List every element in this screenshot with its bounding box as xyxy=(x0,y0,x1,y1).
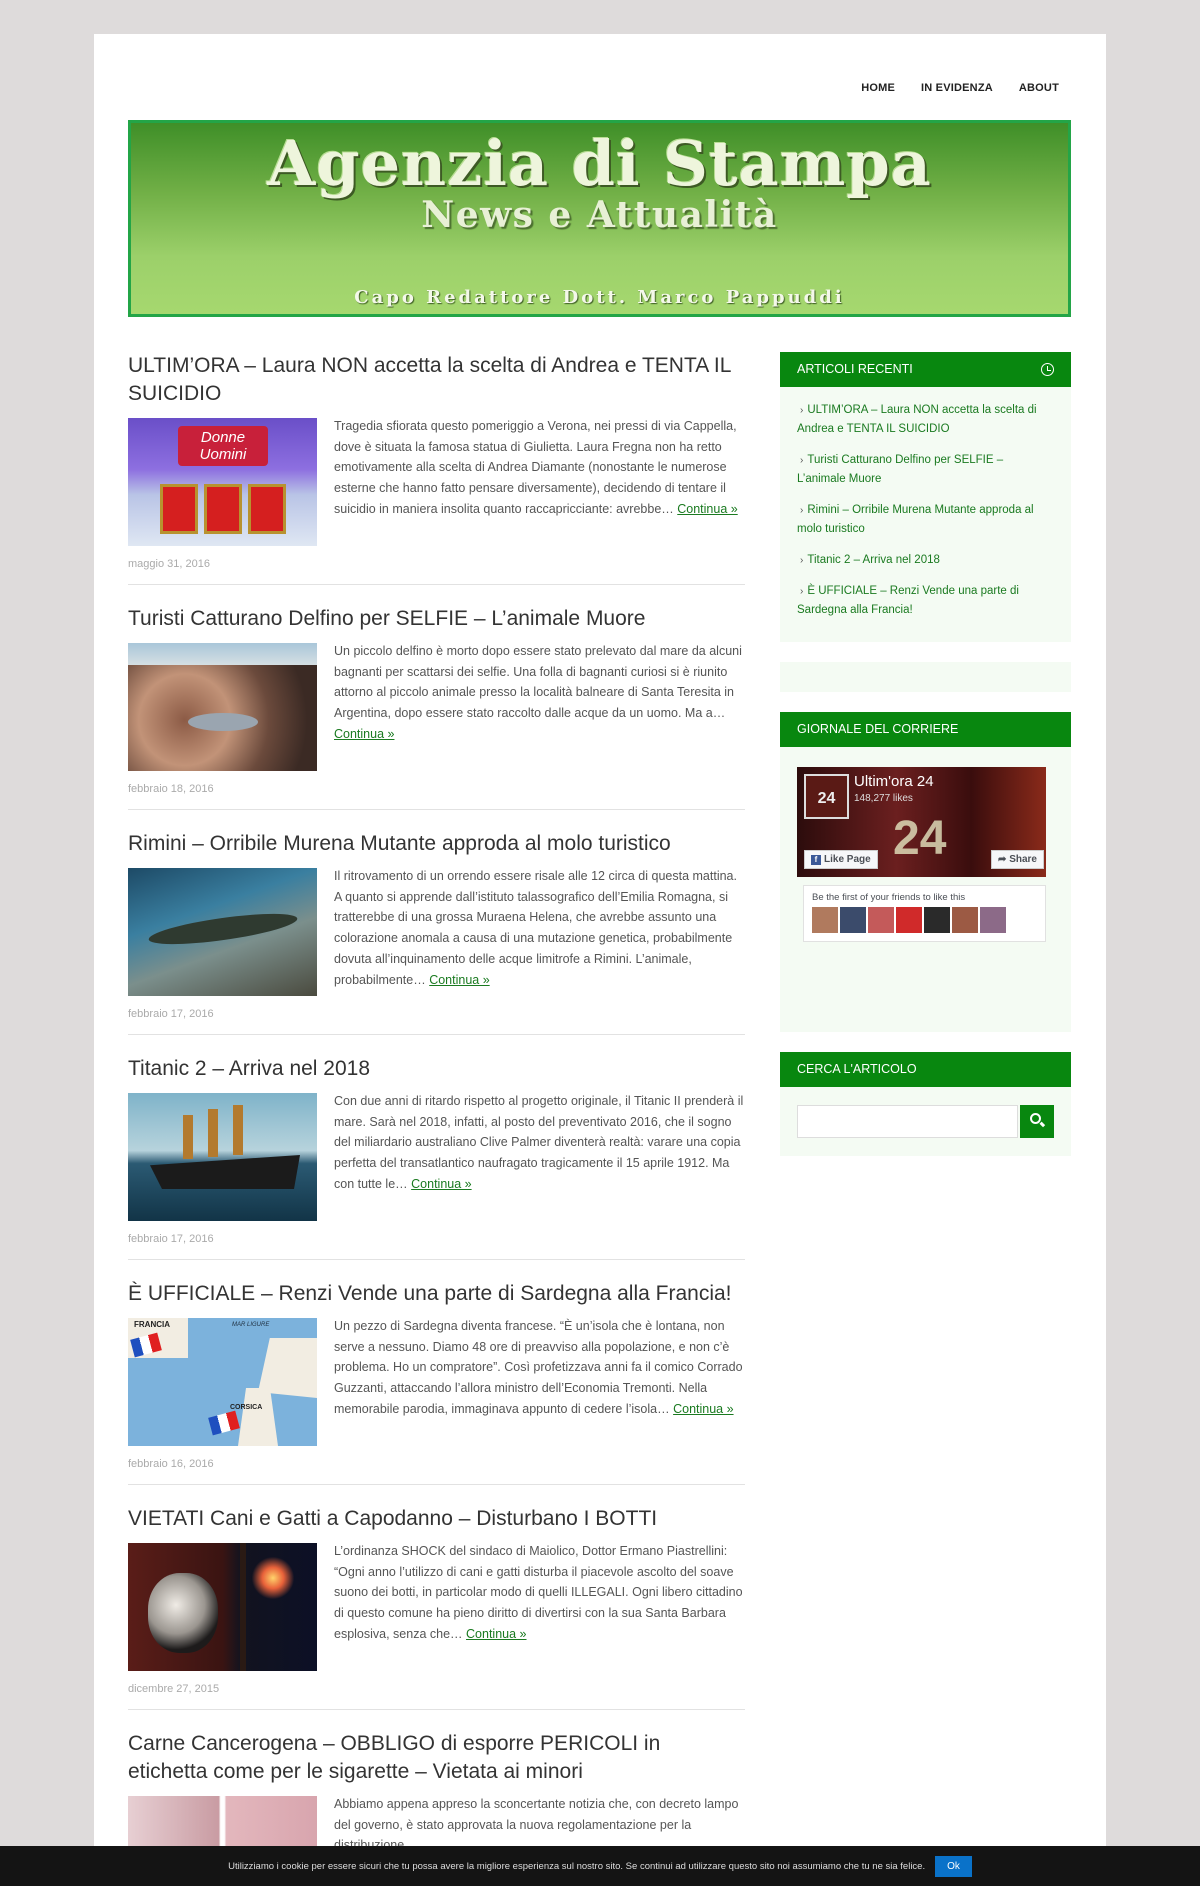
post-thumbnail[interactable] xyxy=(128,643,317,771)
post-date: febbraio 17, 2016 xyxy=(128,1008,214,1020)
main-nav: HOME IN EVIDENZA ABOUT xyxy=(861,82,1059,94)
post-item: Turisti Catturano Delfino per SELFIE – L… xyxy=(128,605,745,810)
avatar[interactable] xyxy=(896,907,922,933)
nav-about[interactable]: ABOUT xyxy=(1019,82,1059,94)
read-more-link[interactable]: Continua » xyxy=(411,1177,471,1191)
fb-share-button[interactable]: ➦ Share xyxy=(991,850,1044,869)
post-item: Titanic 2 – Arriva nel 2018 Con due anni… xyxy=(128,1055,745,1260)
post-title[interactable]: VIETATI Cani e Gatti a Capodanno – Distu… xyxy=(128,1505,745,1533)
search-input[interactable] xyxy=(797,1105,1019,1138)
chevron-right-icon: › xyxy=(800,586,804,597)
read-more-link[interactable]: Continua » xyxy=(466,1627,526,1641)
post-thumbnail[interactable]: FRANCIA MAR LIGURE CORSICA xyxy=(128,1318,317,1446)
nav-home[interactable]: HOME xyxy=(861,82,895,94)
post-excerpt: Con due anni di ritardo rispetto al prog… xyxy=(334,1094,744,1191)
chevron-right-icon: › xyxy=(800,455,804,466)
read-more-link[interactable]: Continua » xyxy=(429,973,489,987)
avatar[interactable] xyxy=(924,907,950,933)
banner-editor: Capo Redattore Dott. Marco Pappuddi xyxy=(354,287,845,308)
fb-cover-number: 24 xyxy=(893,812,947,865)
fb-like-page-button[interactable]: f Like Page xyxy=(804,850,878,869)
thumb-caption: Donne Uomini xyxy=(178,426,268,466)
post-title[interactable]: Titanic 2 – Arriva nel 2018 xyxy=(128,1055,745,1083)
recent-post-link[interactable]: › Titanic 2 – Arriva nel 2018 xyxy=(797,551,1054,570)
post-item: VIETATI Cani e Gatti a Capodanno – Distu… xyxy=(128,1505,745,1710)
post-title[interactable]: ULTIM’ORA – Laura NON accetta la scelta … xyxy=(128,352,745,408)
recent-post-link[interactable]: › Rimini – Orribile Murena Mutante approd… xyxy=(797,501,1054,539)
search-widget: CERCA L'ARTICOLO xyxy=(780,1052,1071,1156)
chevron-right-icon: › xyxy=(800,555,804,566)
search-button[interactable] xyxy=(1020,1105,1054,1138)
banner-title: Agenzia di Stampa xyxy=(267,127,932,200)
post-title[interactable]: È UFFICIALE – Renzi Vende una parte di S… xyxy=(128,1280,745,1308)
empty-widget xyxy=(780,662,1071,692)
post-thumbnail[interactable]: Donne Uomini xyxy=(128,418,317,546)
avatar[interactable] xyxy=(812,907,838,933)
post-thumbnail[interactable] xyxy=(128,1543,317,1671)
share-icon: ➦ xyxy=(998,854,1010,865)
recent-post-link[interactable]: › ULTIM’ORA – Laura NON accetta la scelta… xyxy=(797,401,1054,439)
post-date: febbraio 16, 2016 xyxy=(128,1458,214,1470)
post-excerpt: L’ordinanza SHOCK del sindaco di Maiolic… xyxy=(334,1544,743,1641)
chevron-right-icon: › xyxy=(800,505,804,516)
giornale-widget: GIORNALE DEL CORRIERE 24 24 Ultim'ora 24… xyxy=(780,712,1071,1032)
post-excerpt: Un piccolo delfino è morto dopo essere s… xyxy=(334,644,742,721)
post-thumbnail[interactable] xyxy=(128,868,317,996)
chevron-right-icon: › xyxy=(800,405,804,416)
post-title[interactable]: Turisti Catturano Delfino per SELFIE – L… xyxy=(128,605,745,633)
page-container: HOME IN EVIDENZA ABOUT Agenzia di Stampa… xyxy=(94,34,1106,1886)
avatar[interactable] xyxy=(952,907,978,933)
fb-friends-text: Be the first of your friends to like thi… xyxy=(812,892,966,903)
post-date: febbraio 17, 2016 xyxy=(128,1233,214,1245)
post-item: Rimini – Orribile Murena Mutante approda… xyxy=(128,830,745,1035)
widget-title: GIORNALE DEL CORRIERE xyxy=(780,712,1071,747)
post-excerpt: Il ritrovamento di un orrendo essere ris… xyxy=(334,869,737,987)
recent-post-link[interactable]: › È UFFICIALE – Renzi Vende una parte di … xyxy=(797,582,1054,620)
cookie-bar: Utilizziamo i cookie per essere sicuri c… xyxy=(0,1846,1200,1886)
map-label: MAR LIGURE xyxy=(232,1322,270,1328)
post-item: È UFFICIALE – Renzi Vende una parte di S… xyxy=(128,1280,745,1485)
read-more-link[interactable]: Continua » xyxy=(673,1402,733,1416)
map-label: CORSICA xyxy=(230,1404,263,1411)
facebook-icon: f xyxy=(811,855,821,865)
avatar[interactable] xyxy=(980,907,1006,933)
post-item: ULTIM’ORA – Laura NON accetta la scelta … xyxy=(128,352,745,585)
fb-friend-avatars xyxy=(812,907,1037,933)
sidebar: ARTICOLI RECENTI › ULTIM’ORA – Laura NON … xyxy=(780,352,1071,1176)
post-title[interactable]: Carne Cancerogena – OBBLIGO di esporre P… xyxy=(128,1730,745,1786)
recent-post-link[interactable]: › Turisti Catturano Delfino per SELFIE – … xyxy=(797,451,1054,489)
site-banner[interactable]: Agenzia di Stampa News e Attualità Capo … xyxy=(128,120,1071,317)
post-date: dicembre 27, 2015 xyxy=(128,1683,220,1695)
nav-in-evidenza[interactable]: IN EVIDENZA xyxy=(921,82,993,94)
post-title[interactable]: Rimini – Orribile Murena Mutante approda… xyxy=(128,830,745,858)
widget-title: ARTICOLI RECENTI xyxy=(797,362,913,376)
post-thumbnail[interactable] xyxy=(128,1093,317,1221)
fb-cover[interactable]: 24 24 Ultim'ora 24 148,277 likes f Like P… xyxy=(797,767,1046,877)
avatar[interactable] xyxy=(868,907,894,933)
fb-page-name[interactable]: Ultim'ora 24 xyxy=(854,773,934,790)
clock-icon xyxy=(1041,363,1054,376)
fb-likes-count: 148,277 likes xyxy=(854,793,913,804)
post-date: febbraio 18, 2016 xyxy=(128,783,214,795)
read-more-link[interactable]: Continua » xyxy=(677,502,737,516)
banner-subtitle: News e Attualità xyxy=(421,194,778,236)
cookie-message: Utilizziamo i cookie per essere sicuri c… xyxy=(228,1860,926,1872)
avatar[interactable] xyxy=(840,907,866,933)
post-date: maggio 31, 2016 xyxy=(128,558,210,570)
post-excerpt: Abbiamo appena appreso la sconcertante n… xyxy=(334,1797,739,1852)
post-list: ULTIM’ORA – Laura NON accetta la scelta … xyxy=(128,352,745,1886)
read-more-link[interactable]: Continua » xyxy=(334,727,394,741)
fb-page-logo[interactable]: 24 xyxy=(804,774,849,819)
map-label: FRANCIA xyxy=(134,1320,170,1329)
fb-friends-box: Be the first of your friends to like thi… xyxy=(803,885,1046,942)
cookie-ok-button[interactable]: Ok xyxy=(935,1855,972,1877)
recent-posts-widget: ARTICOLI RECENTI › ULTIM’ORA – Laura NON … xyxy=(780,352,1071,642)
facebook-page-plugin[interactable]: 24 24 Ultim'ora 24 148,277 likes f Like P… xyxy=(797,767,1046,942)
widget-title: CERCA L'ARTICOLO xyxy=(780,1052,1071,1087)
search-icon xyxy=(1030,1113,1042,1124)
